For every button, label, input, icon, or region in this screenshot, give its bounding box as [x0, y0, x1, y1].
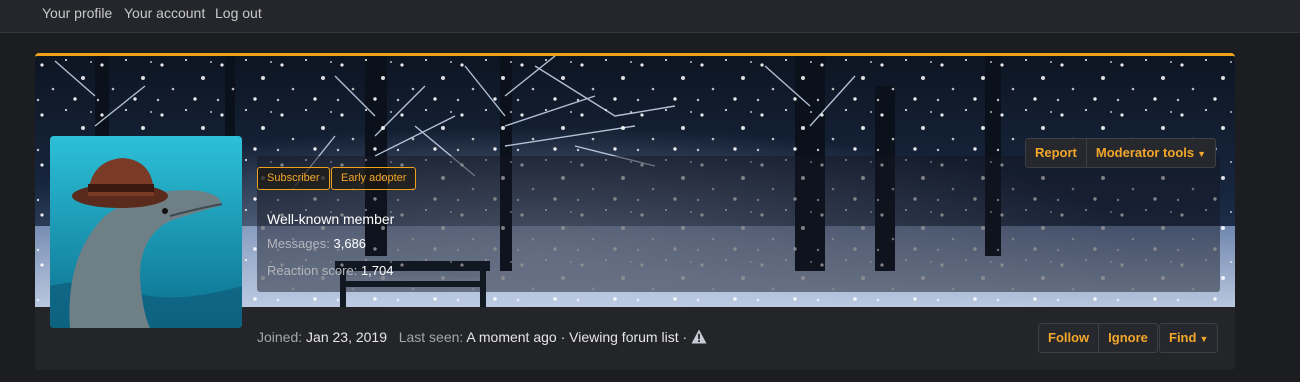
find-label: Find [1169, 330, 1197, 345]
member-activity-line: Joined: Jan 23, 2019 Last seen: A moment… [257, 329, 707, 347]
subscriber-badge: Subscriber [257, 167, 330, 190]
messages-value[interactable]: 3,686 [334, 236, 367, 251]
find-button-group: Find ▼ [1159, 323, 1219, 353]
early-adopter-badge: Early adopter [331, 167, 417, 190]
moderator-tools-label: Moderator tools [1095, 145, 1195, 160]
joined-date: Jan 23, 2019 [306, 329, 388, 345]
caret-down-icon: ▼ [1197, 149, 1207, 159]
member-title: Well-known member [267, 211, 395, 227]
warning-triangle-icon[interactable] [691, 329, 707, 347]
report-button[interactable]: Report [1026, 139, 1086, 167]
log-out-link[interactable]: Log out [215, 5, 262, 21]
report-moderator-button-group: Report Moderator tools ▼ [1025, 138, 1217, 168]
last-seen-label: Last seen: [398, 329, 464, 345]
reaction-score-label: Reaction score: [267, 263, 358, 278]
member-header-card: Subscriber Early adopter Well-known memb… [35, 53, 1235, 370]
ignore-button[interactable]: Ignore [1098, 324, 1157, 352]
follow-ignore-button-group: Follow Ignore [1038, 323, 1158, 353]
avatar[interactable] [50, 136, 242, 328]
moderator-tools-button[interactable]: Moderator tools ▼ [1085, 139, 1215, 167]
caret-down-icon: ▼ [1199, 334, 1209, 344]
last-seen-value: A moment ago · Viewing forum list · [466, 329, 688, 345]
top-navigation: Your profile Your account Log out [0, 0, 1300, 33]
reaction-score-value[interactable]: 1,704 [361, 263, 394, 278]
messages-stat: Messages: 3,686 [267, 236, 366, 251]
joined-label: Joined: [257, 329, 303, 345]
reaction-score-stat: Reaction score: 1,704 [267, 263, 394, 278]
your-profile-link[interactable]: Your profile [42, 5, 112, 21]
follow-button[interactable]: Follow [1039, 324, 1098, 352]
find-button[interactable]: Find ▼ [1160, 324, 1217, 352]
your-account-link[interactable]: Your account [124, 5, 205, 21]
dolphin-with-hat-avatar-image [50, 136, 242, 328]
messages-label: Messages: [267, 236, 330, 251]
